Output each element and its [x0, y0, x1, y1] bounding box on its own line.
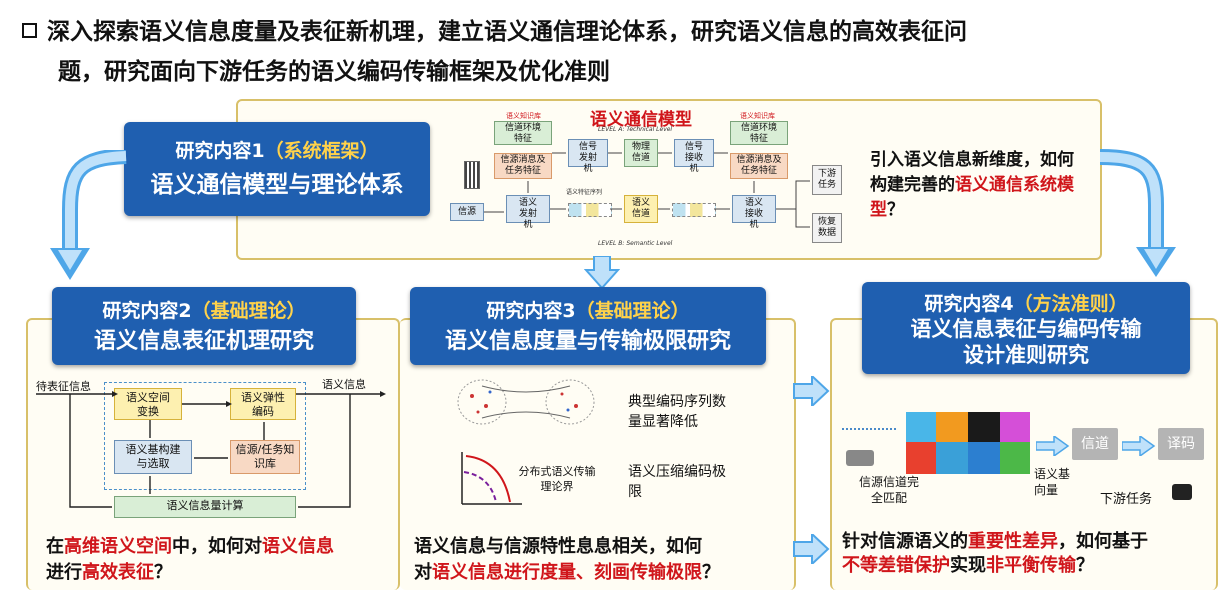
waveform-icon: [842, 428, 896, 438]
representation-diagram: 待表征信息 语义信息 语义空间变换 语义弹性编码 语义基构建与选取 信源/任务知…: [30, 374, 392, 524]
puzzle-piece: [968, 412, 1000, 442]
content3-box: 研究内容3（基础理论） 语义信息度量与传输极限研究: [410, 287, 766, 365]
content1-subtitle: 语义通信模型与理论体系: [150, 172, 404, 198]
content4-box: 研究内容4（方法准则） 语义信息表征与编码传输 设计准则研究: [862, 282, 1190, 374]
content1-question: 引入语义信息新维度，如何构建完善的语义通信系统模型？: [870, 150, 1074, 220]
content2-subtitle: 语义信息表征机理研究: [93, 329, 314, 354]
right-flow-arrow: [1099, 149, 1176, 277]
content3-heading: 研究内容3（基础理论）: [486, 300, 690, 322]
content3-point1: 典型编码序列数量显著降低: [628, 394, 726, 430]
title-line-2: 题，研究面向下游任务的语义编码传输框架及优化准则: [58, 59, 610, 85]
puzzle-piece: [1000, 442, 1030, 474]
representation-connectors: [36, 391, 386, 508]
match-label: 信源信道完全匹配: [858, 475, 919, 505]
distributed-bound-label: 分布式语义传输理论界: [518, 465, 596, 493]
puzzle-piece: [906, 442, 938, 474]
content2-question: 在高维语义空间中，如何对语义信息 进行高效表征？: [46, 536, 334, 583]
robot-icon: [1172, 484, 1192, 500]
content3-question: 语义信息与信源特性息息相关，如何 对语义信息进行度量、刻画传输极限？: [414, 536, 720, 583]
basis-label: 语义基向量: [1034, 467, 1071, 497]
downstream-label: 下游任务: [1100, 492, 1153, 507]
channel-box: 信道: [1072, 428, 1118, 460]
puzzle-piece: [936, 412, 968, 442]
content1-heading: 研究内容1（系统框架）: [175, 140, 379, 162]
arrow-to-content4-bottom: [793, 534, 830, 564]
flow-arrow-1: [1036, 436, 1070, 456]
model-diagram: 语义通信模型 LEVEL A: Technical Level LEVEL B:…: [440, 103, 850, 253]
puzzle-piece: [906, 412, 938, 442]
content4-subtitle-2: 设计准则研究: [963, 343, 1089, 367]
content4-heading: 研究内容4（方法准则）: [924, 293, 1128, 315]
checkbox-square-icon: [22, 23, 37, 38]
model-connectors: [484, 152, 810, 228]
puzzle-figure: [906, 412, 1032, 476]
content1-box: 研究内容1（系统框架） 语义通信模型与理论体系: [124, 122, 430, 216]
content4-question: 针对信源语义的重要性差异，如何基于 不等差错保护实现非平衡传输？: [842, 531, 1148, 576]
puzzle-piece: [1000, 412, 1030, 442]
puzzle-piece: [968, 442, 1000, 474]
puzzle-piece: [936, 442, 968, 474]
title-line-1: 深入探索语义信息度量及表征新机理，建立语义通信理论体系，研究语义信息的高效表征问: [47, 19, 967, 45]
camera-icon: [846, 450, 874, 466]
content4-subtitle-1: 语义信息表征与编码传输: [910, 317, 1142, 341]
content3-point2: 语义压缩编码极限: [628, 464, 726, 500]
content2-box: 研究内容2（基础理论） 语义信息表征机理研究: [52, 287, 356, 365]
content3-subtitle: 语义信息度量与传输极限研究: [444, 329, 731, 354]
flow-arrow-2: [1122, 436, 1156, 456]
decode-box: 译码: [1158, 428, 1204, 460]
content2-heading: 研究内容2（基础理论）: [102, 300, 306, 322]
page-title: 深入探索语义信息度量及表征新机理，建立语义通信理论体系，研究语义信息的高效表征问…: [22, 12, 1212, 92]
arrow-to-content4-top: [793, 376, 830, 406]
left-flow-arrow: [50, 150, 127, 280]
